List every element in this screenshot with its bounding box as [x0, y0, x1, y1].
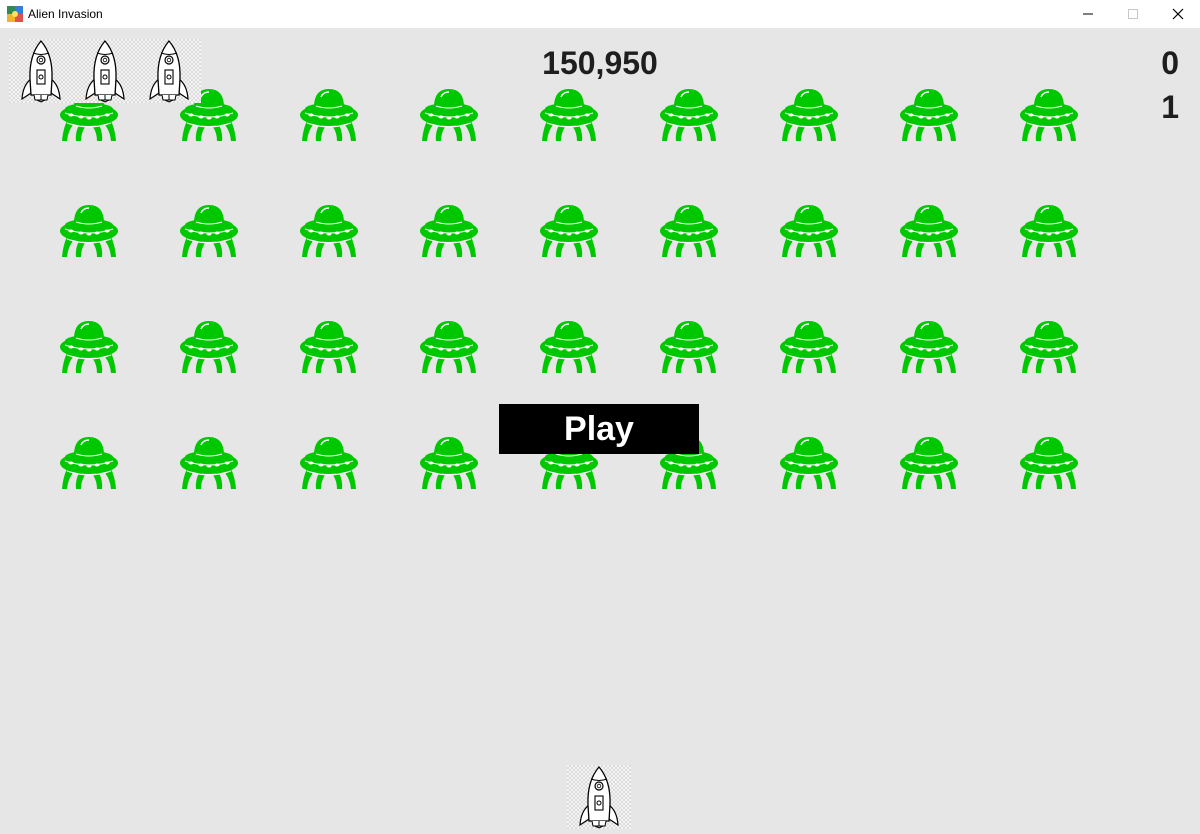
close-button[interactable]	[1155, 0, 1200, 28]
level-display: 1	[1161, 89, 1179, 125]
rocket-ship-icon	[137, 39, 201, 103]
alien	[1019, 433, 1079, 491]
ufo-alien-icon	[779, 433, 839, 491]
alien	[299, 201, 359, 259]
alien	[899, 317, 959, 375]
alien	[179, 201, 239, 259]
ufo-alien-icon	[419, 201, 479, 259]
ufo-alien-icon	[659, 85, 719, 143]
alien	[419, 85, 479, 143]
ufo-alien-icon	[779, 85, 839, 143]
alien	[539, 85, 599, 143]
ufo-alien-icon	[659, 201, 719, 259]
ufo-alien-icon	[299, 433, 359, 491]
alien	[539, 317, 599, 375]
ufo-alien-icon	[899, 201, 959, 259]
minimize-button[interactable]	[1065, 0, 1110, 28]
alien	[779, 85, 839, 143]
ufo-alien-icon	[179, 433, 239, 491]
alien	[179, 317, 239, 375]
ufo-alien-icon	[419, 317, 479, 375]
alien	[539, 201, 599, 259]
ufo-alien-icon	[899, 317, 959, 375]
minimize-icon	[1082, 13, 1093, 15]
maximize-icon	[1127, 9, 1138, 19]
alien	[419, 201, 479, 259]
alien	[899, 85, 959, 143]
ufo-alien-icon	[419, 85, 479, 143]
window-title: Alien Invasion	[28, 7, 103, 21]
app-icon	[7, 6, 23, 22]
ufo-alien-icon	[779, 201, 839, 259]
ufo-alien-icon	[299, 201, 359, 259]
close-icon	[1172, 8, 1183, 20]
alien	[299, 317, 359, 375]
alien	[419, 317, 479, 375]
alien	[779, 433, 839, 491]
alien	[899, 433, 959, 491]
ufo-alien-icon	[779, 317, 839, 375]
rocket-ship-icon	[73, 39, 137, 103]
alien	[299, 85, 359, 143]
player-ship	[567, 765, 631, 829]
window-titlebar: Alien Invasion	[0, 0, 1200, 28]
life-ship	[73, 39, 137, 103]
high-score-display: 0	[1161, 45, 1179, 81]
ufo-alien-icon	[59, 317, 119, 375]
score-display: 150,950	[542, 45, 658, 81]
alien	[659, 201, 719, 259]
ufo-alien-icon	[539, 85, 599, 143]
ufo-alien-icon	[1019, 85, 1079, 143]
alien	[779, 317, 839, 375]
ufo-alien-icon	[899, 85, 959, 143]
ufo-alien-icon	[659, 317, 719, 375]
alien	[59, 317, 119, 375]
ufo-alien-icon	[179, 201, 239, 259]
ufo-alien-icon	[299, 317, 359, 375]
alien	[59, 201, 119, 259]
window-controls	[1065, 0, 1200, 28]
ufo-alien-icon	[539, 201, 599, 259]
alien	[419, 433, 479, 491]
ufo-alien-icon	[179, 317, 239, 375]
ufo-alien-icon	[539, 317, 599, 375]
ufo-alien-icon	[1019, 201, 1079, 259]
alien	[659, 317, 719, 375]
alien	[1019, 201, 1079, 259]
ufo-alien-icon	[1019, 433, 1079, 491]
alien	[299, 433, 359, 491]
ufo-alien-icon	[299, 85, 359, 143]
alien	[59, 433, 119, 491]
alien	[779, 201, 839, 259]
alien	[179, 433, 239, 491]
ufo-alien-icon	[1019, 317, 1079, 375]
rocket-ship-icon	[9, 39, 73, 103]
ufo-alien-icon	[59, 433, 119, 491]
maximize-button[interactable]	[1110, 0, 1155, 28]
life-ship	[9, 39, 73, 103]
alien	[659, 85, 719, 143]
ufo-alien-icon	[419, 433, 479, 491]
play-button[interactable]: Play	[499, 404, 699, 454]
rocket-ship-icon	[567, 765, 631, 829]
game-canvas[interactable]: 150,950 0 1 Play	[0, 29, 1200, 829]
alien	[899, 201, 959, 259]
life-ship	[137, 39, 201, 103]
alien	[1019, 317, 1079, 375]
alien	[1019, 85, 1079, 143]
ufo-alien-icon	[59, 201, 119, 259]
ufo-alien-icon	[899, 433, 959, 491]
